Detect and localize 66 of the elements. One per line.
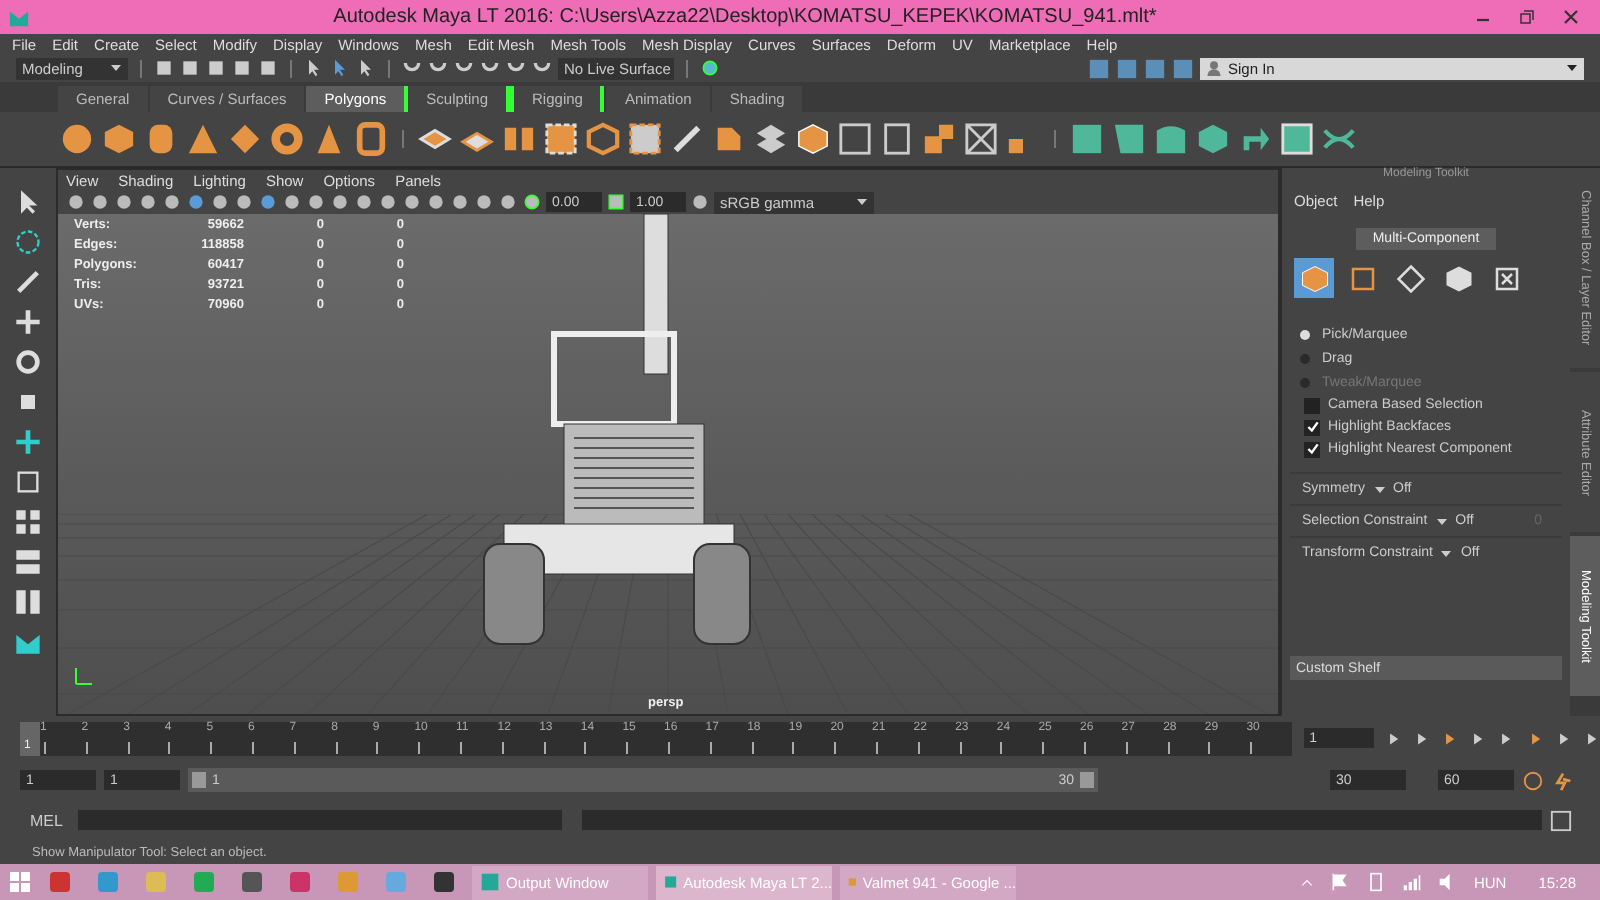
uv-shape-icon[interactable] <box>1154 122 1188 156</box>
skip-start-icon[interactable] <box>1385 729 1402 747</box>
play-back-icon[interactable] <box>1470 729 1487 747</box>
cylinder-icon[interactable] <box>144 122 178 156</box>
exposure-icon[interactable] <box>522 192 542 212</box>
select-hierarchy-icon[interactable] <box>304 58 324 78</box>
alert-icon[interactable] <box>1522 769 1544 791</box>
caret-icon[interactable] <box>1435 515 1448 527</box>
lasso-icon[interactable] <box>14 228 42 256</box>
uv-square-icon[interactable] <box>1070 122 1104 156</box>
restore-icon[interactable] <box>1517 8 1535 26</box>
key-back-icon[interactable] <box>1441 729 1459 747</box>
caret-icon[interactable] <box>1373 483 1385 495</box>
caret-icon[interactable] <box>1566 62 1578 74</box>
windows-start-icon[interactable] <box>8 870 32 894</box>
slider-handle[interactable] <box>1080 772 1094 788</box>
select-component-icon[interactable] <box>356 58 376 78</box>
key-forward-icon[interactable] <box>1527 729 1544 747</box>
paint-brush-icon[interactable] <box>14 268 42 296</box>
app-icon[interactable] <box>240 870 264 894</box>
caret-icon[interactable] <box>110 62 122 74</box>
step-forward-icon[interactable] <box>1555 729 1572 747</box>
maya-logo-icon <box>8 6 30 28</box>
axis-icon <box>74 666 94 686</box>
pipe-icon[interactable] <box>354 122 388 156</box>
pyramid-icon[interactable] <box>312 122 346 156</box>
skip-end-icon[interactable] <box>1583 729 1600 747</box>
app-icon <box>848 872 857 892</box>
gamma-icon[interactable] <box>606 192 626 212</box>
diamond-icon[interactable] <box>228 122 262 156</box>
app-icon[interactable] <box>432 870 456 894</box>
caret-icon[interactable] <box>1440 547 1453 559</box>
radio-dot[interactable] <box>1300 353 1310 363</box>
layout-grid-icon[interactable] <box>14 508 42 536</box>
select-object-icon[interactable] <box>330 58 350 78</box>
close-icon[interactable] <box>1561 8 1579 26</box>
rotate-icon[interactable] <box>14 348 42 376</box>
cone-icon[interactable] <box>186 122 220 156</box>
layout-split-icon[interactable] <box>14 588 42 616</box>
uv-shape-icon[interactable] <box>1112 122 1146 156</box>
render-icon[interactable] <box>700 58 720 78</box>
play-icon[interactable] <box>1498 729 1515 747</box>
checkbox[interactable] <box>1304 397 1320 413</box>
pen-icon[interactable] <box>670 122 704 156</box>
checkbox[interactable] <box>1304 419 1320 435</box>
cube-icon[interactable] <box>102 122 136 156</box>
script-editor-icon[interactable] <box>1550 809 1572 831</box>
command-label: MEL <box>30 811 65 829</box>
cube-icon[interactable] <box>796 122 830 156</box>
command-input[interactable] <box>78 810 562 830</box>
window-title: Autodesk Maya LT 2016: C:\Users\Azza22\Desktop\KOMATSU_KEPEK\KOMATSU_941.mlt* <box>331 6 1159 28</box>
uv-window-icon[interactable] <box>1280 122 1314 156</box>
user-icon <box>1206 60 1222 76</box>
slider-handle[interactable] <box>192 772 206 788</box>
squares-icon[interactable] <box>922 122 956 156</box>
uv-cube-icon[interactable] <box>1196 122 1230 156</box>
layout-split-icon[interactable] <box>14 548 42 576</box>
radio-dot[interactable] <box>1300 329 1310 339</box>
move-arrows-icon[interactable] <box>14 308 42 336</box>
caret-icon[interactable] <box>856 196 868 208</box>
step-back-icon[interactable] <box>1413 729 1430 747</box>
app-icon <box>480 872 500 892</box>
app-icon <box>664 872 678 892</box>
hex-cube-icon[interactable] <box>586 122 620 156</box>
torus-icon[interactable] <box>270 122 304 156</box>
checkbox[interactable] <box>1304 441 1320 457</box>
